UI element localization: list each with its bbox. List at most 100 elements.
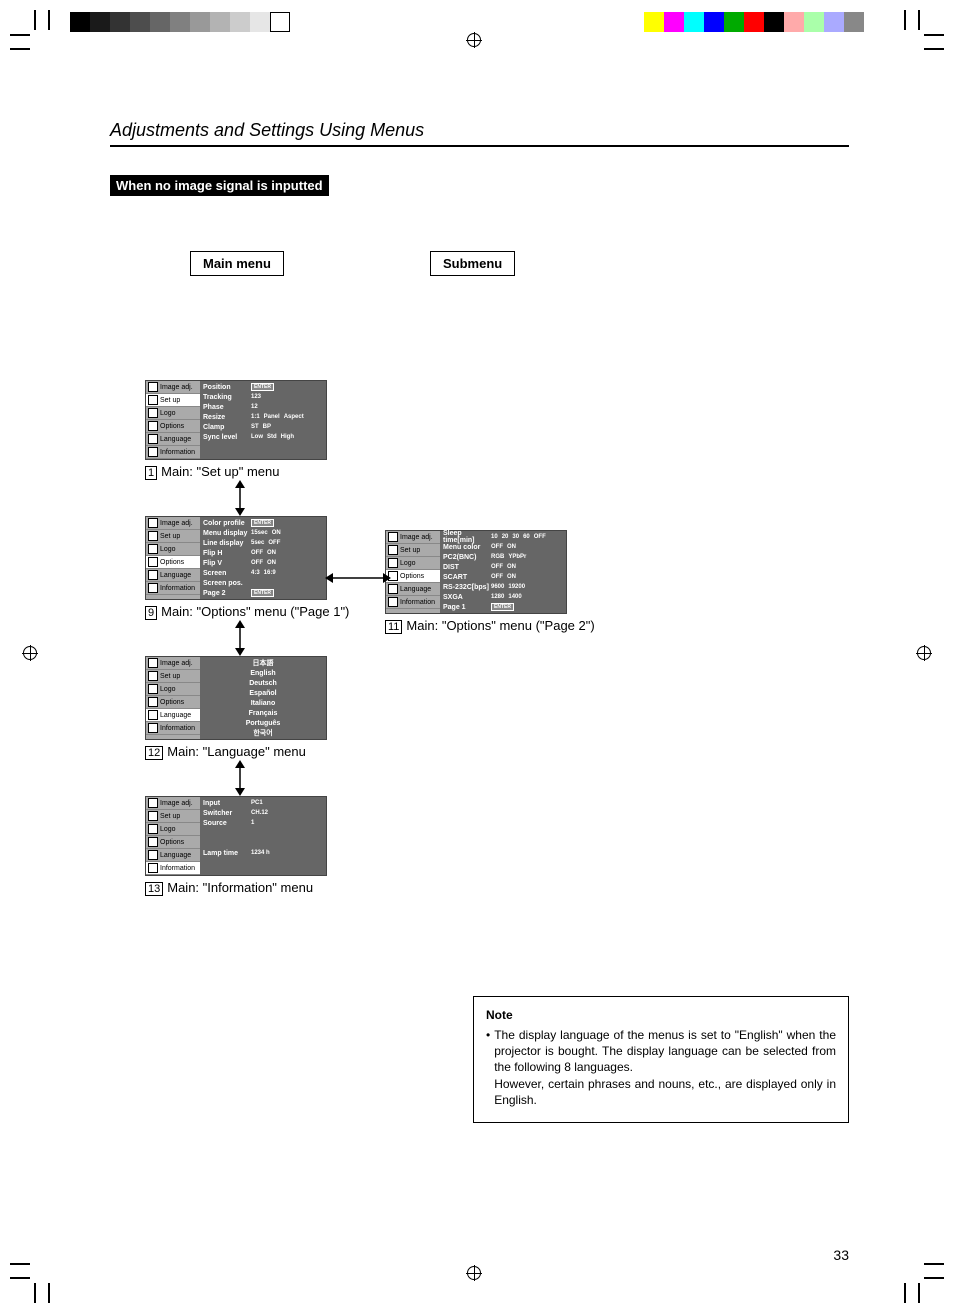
menu-item-label: Information xyxy=(400,599,435,606)
language-option[interactable]: Deutsch xyxy=(249,680,277,687)
menu-sidebar-item[interactable]: Options xyxy=(146,420,200,433)
menu-sidebar-item[interactable]: Information xyxy=(146,862,200,875)
setting-value[interactable]: 1 xyxy=(251,820,254,826)
setting-value[interactable]: ON xyxy=(507,544,516,550)
menu-sidebar-item[interactable]: Image adj. xyxy=(146,657,200,670)
setting-value[interactable]: Low xyxy=(251,434,263,440)
setting-value[interactable]: Std xyxy=(267,434,277,440)
setting-value[interactable]: OFF xyxy=(491,574,503,580)
menu-item-label: Language xyxy=(160,712,191,719)
setting-value[interactable]: 20 xyxy=(502,534,509,540)
menu-sidebar-item[interactable]: Set up xyxy=(146,530,200,543)
language-option[interactable]: English xyxy=(250,670,275,677)
figure-caption: Main: "Information" menu xyxy=(167,880,313,895)
setting-value[interactable]: CH.12 xyxy=(251,810,268,816)
language-option[interactable]: Français xyxy=(249,710,278,717)
menu-sidebar-item[interactable]: Information xyxy=(386,596,440,609)
setting-value[interactable]: 10 xyxy=(491,534,498,540)
language-option[interactable]: 한국어 xyxy=(253,728,272,738)
language-option[interactable]: Português xyxy=(246,720,281,727)
menu-sidebar-item[interactable]: Set up xyxy=(146,670,200,683)
setting-value[interactable]: OFF xyxy=(491,564,503,570)
setting-value[interactable]: OFF xyxy=(268,540,280,546)
menu-sidebar-item[interactable]: Language xyxy=(386,583,440,596)
setting-value[interactable]: 15sec xyxy=(251,530,268,536)
setting-value[interactable]: 1400 xyxy=(508,594,521,600)
enter-badge[interactable]: ENTER xyxy=(491,603,514,611)
menu-sidebar-item[interactable]: Information xyxy=(146,722,200,735)
language-option[interactable]: 日本語 xyxy=(253,658,274,668)
setting-label: SXGA xyxy=(443,594,491,601)
menu-sidebar-item[interactable]: Logo xyxy=(146,407,200,420)
menu-sidebar-item[interactable]: Image adj. xyxy=(386,531,440,544)
setting-value[interactable]: 123 xyxy=(251,394,261,400)
menu-item-icon xyxy=(148,710,158,720)
setting-value[interactable]: Panel xyxy=(264,414,280,420)
menu-sidebar-item[interactable]: Logo xyxy=(146,683,200,696)
menu-sidebar-item[interactable]: Logo xyxy=(146,543,200,556)
setting-value[interactable]: ON xyxy=(507,564,516,570)
setting-label: PC2(BNC) xyxy=(443,554,491,561)
menu-item-label: Logo xyxy=(160,546,176,553)
figure-caption: Main: "Set up" menu xyxy=(161,464,279,479)
setting-value[interactable]: ON xyxy=(267,550,276,556)
menu-sidebar-item[interactable]: Language xyxy=(146,433,200,446)
setting-label: Line display xyxy=(203,540,251,547)
menu-sidebar-item[interactable]: Language xyxy=(146,849,200,862)
setting-value[interactable]: OFF xyxy=(251,550,263,556)
setting-value[interactable]: 1234 h xyxy=(251,850,270,856)
setting-value[interactable]: ST xyxy=(251,424,259,430)
menu-item-label: Image adj. xyxy=(160,800,193,807)
setting-value[interactable]: 4:3 xyxy=(251,570,260,576)
menu-sidebar-item[interactable]: Information xyxy=(146,582,200,595)
setting-value[interactable]: 1280 xyxy=(491,594,504,600)
setting-value[interactable]: 5sec xyxy=(251,540,264,546)
setting-label: Flip V xyxy=(203,560,251,567)
menu-item-label: Language xyxy=(160,572,191,579)
enter-badge[interactable]: ENTER xyxy=(251,519,274,527)
menu-item-icon xyxy=(148,811,158,821)
language-option[interactable]: Español xyxy=(249,690,276,697)
setting-value[interactable]: 9600 xyxy=(491,584,504,590)
menu-sidebar-item[interactable]: Image adj. xyxy=(146,381,200,394)
setting-value[interactable]: RGB xyxy=(491,554,504,560)
menu-sidebar-item[interactable]: Information xyxy=(146,446,200,459)
setting-value[interactable]: YPbPr xyxy=(508,554,526,560)
menu-sidebar-item[interactable]: Image adj. xyxy=(146,517,200,530)
menu-sidebar-item[interactable]: Language xyxy=(146,709,200,722)
setting-value[interactable]: ON xyxy=(272,530,281,536)
menu-item-icon xyxy=(148,837,158,847)
setting-label: Lamp time xyxy=(203,850,251,857)
menu-sidebar-item[interactable]: Logo xyxy=(386,557,440,570)
setting-value[interactable]: OFF xyxy=(251,560,263,566)
menu-item-label: Options xyxy=(160,423,184,430)
setting-value[interactable]: Aspect xyxy=(284,414,304,420)
setting-value[interactable]: High xyxy=(281,434,294,440)
setting-value[interactable]: OFF xyxy=(491,544,503,550)
menu-sidebar-item[interactable]: Options xyxy=(146,696,200,709)
menu-sidebar-item[interactable]: Language xyxy=(146,569,200,582)
setting-value[interactable]: 19200 xyxy=(508,584,525,590)
menu-sidebar-item[interactable]: Set up xyxy=(386,544,440,557)
menu-sidebar-item[interactable]: Image adj. xyxy=(146,797,200,810)
language-option[interactable]: Italiano xyxy=(251,700,276,707)
setting-value[interactable]: OFF xyxy=(534,534,546,540)
menu-sidebar-item[interactable]: Options xyxy=(146,836,200,849)
setting-value[interactable]: 16:9 xyxy=(264,570,276,576)
setting-value[interactable]: 30 xyxy=(512,534,519,540)
menu-sidebar-item[interactable]: Set up xyxy=(146,810,200,823)
enter-badge[interactable]: ENTER xyxy=(251,383,274,391)
setting-value[interactable]: ON xyxy=(267,560,276,566)
setting-value[interactable]: ON xyxy=(507,574,516,580)
setting-value[interactable]: PC1 xyxy=(251,800,263,806)
menu-sidebar-item[interactable]: Set up xyxy=(146,394,200,407)
setting-value[interactable]: BP xyxy=(263,424,271,430)
setting-value[interactable]: 1:1 xyxy=(251,414,260,420)
menu-sidebar-item[interactable]: Logo xyxy=(146,823,200,836)
enter-badge[interactable]: ENTER xyxy=(251,589,274,597)
note-text: The display language of the menus is set… xyxy=(494,1027,836,1108)
setting-value[interactable]: 12 xyxy=(251,404,258,410)
menu-sidebar-item[interactable]: Options xyxy=(146,556,200,569)
menu-item-label: Image adj. xyxy=(160,384,193,391)
setting-value[interactable]: 60 xyxy=(523,534,530,540)
